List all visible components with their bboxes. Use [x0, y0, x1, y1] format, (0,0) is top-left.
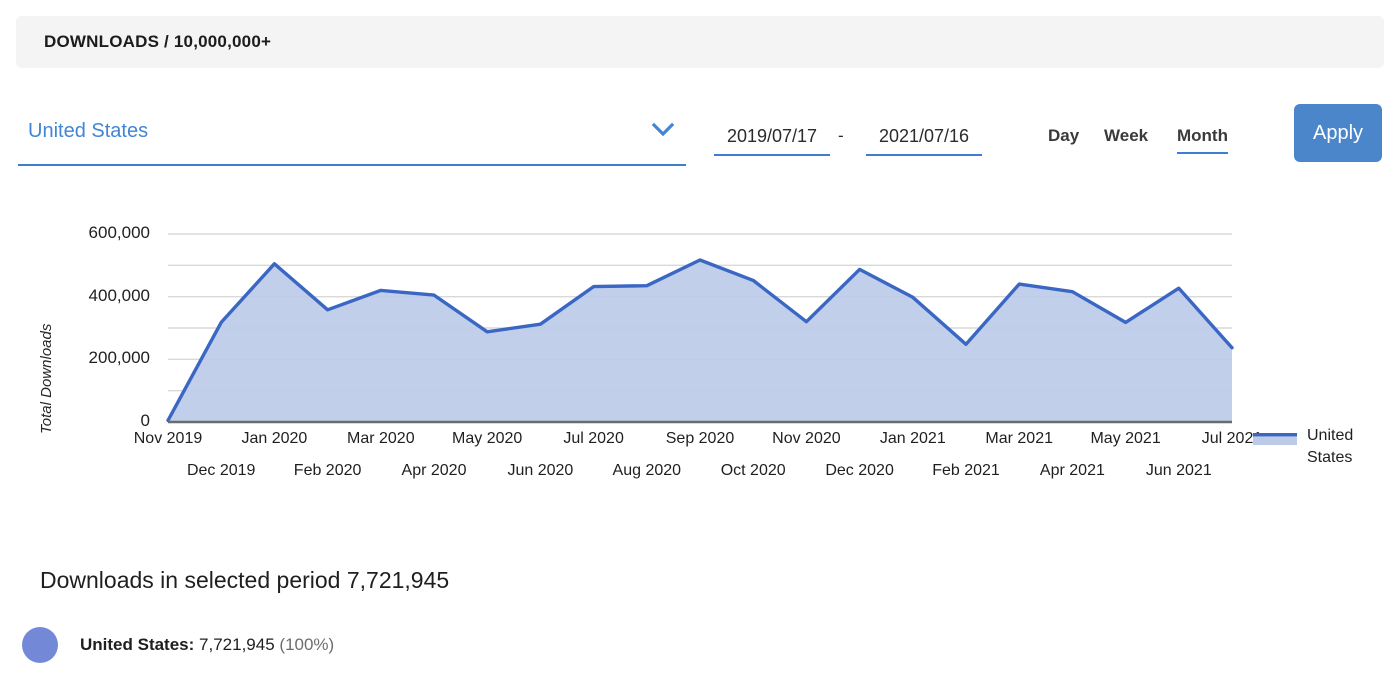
x-axis-tick: Jan 2020	[241, 430, 308, 447]
x-axis-tick: Jul 2020	[563, 430, 624, 447]
page-title: DOWNLOADS / 10,000,000+	[44, 32, 272, 51]
x-axis-tick: Mar 2020	[347, 430, 415, 447]
x-axis-tick: Apr 2021	[1039, 462, 1105, 479]
country-color-dot	[22, 627, 58, 663]
date-to-value: 2021/07/16	[878, 126, 970, 146]
granularity-tab-month[interactable]: Month	[1177, 126, 1228, 154]
country-breakdown-value: 7,721,945	[199, 635, 275, 654]
downloads-analytics-page: DOWNLOADS / 10,000,000+ United States 20…	[0, 0, 1400, 677]
legend-label: United States	[1307, 427, 1354, 466]
downloads-banner: DOWNLOADS / 10,000,000+	[16, 16, 1384, 68]
granularity-tab-week[interactable]: Week	[1104, 126, 1148, 152]
x-axis-tick: Dec 2020	[825, 462, 894, 479]
period-summary: Downloads in selected period 7,721,945	[40, 567, 450, 593]
country-breakdown-percent: (100%)	[279, 635, 335, 654]
date-from-input[interactable]: 2019/07/17	[714, 110, 830, 156]
x-axis-tick: Feb 2020	[293, 462, 362, 479]
x-axis-tick: Nov 2020	[772, 430, 841, 447]
x-axis-tick: Feb 2021	[932, 462, 1000, 479]
x-axis-tick: Aug 2020	[612, 462, 682, 479]
country-select[interactable]: United States	[18, 110, 686, 166]
x-axis-tick: Jun 2020	[507, 462, 574, 479]
x-axis-tick: Oct 2020	[720, 462, 786, 479]
x-axis-tick: May 2020	[452, 430, 523, 447]
country-breakdown-label: United States:	[80, 635, 195, 654]
x-axis-tick: Jan 2021	[879, 430, 946, 447]
x-axis-tick: Apr 2020	[401, 462, 467, 479]
date-range-separator: -	[838, 126, 844, 145]
filter-controls: United States 2019/07/17 - 2021/07/16 Da…	[0, 100, 1400, 172]
legend-swatch	[1253, 425, 1297, 454]
country-breakdown-text: United States: 7,721,945 (100%)	[80, 635, 334, 655]
x-axis-tick: Nov 2019	[133, 430, 203, 447]
country-select-value: United States	[28, 120, 149, 142]
x-axis-tick: Mar 2021	[985, 430, 1053, 447]
x-axis-tick: Jun 2021	[1145, 462, 1212, 479]
downloads-chart: Total Downloads 0 200,000 400,000 600,000 N…	[0, 196, 1400, 496]
apply-button[interactable]: Apply	[1294, 104, 1382, 162]
x-axis-tick: Dec 2019	[186, 462, 256, 479]
country-breakdown-row: United States: 7,721,945 (100%)	[22, 627, 334, 663]
x-axis-tick: May 2021	[1090, 430, 1161, 447]
chevron-down-icon[interactable]	[650, 120, 676, 140]
date-from-value: 2019/07/17	[726, 126, 818, 146]
chart-plot-area	[166, 233, 1234, 424]
date-to-input[interactable]: 2021/07/16	[866, 110, 982, 156]
granularity-tab-day[interactable]: Day	[1048, 126, 1079, 152]
chart-legend[interactable]: United States	[1253, 425, 1393, 469]
x-axis-tick: Sep 2020	[665, 430, 735, 447]
